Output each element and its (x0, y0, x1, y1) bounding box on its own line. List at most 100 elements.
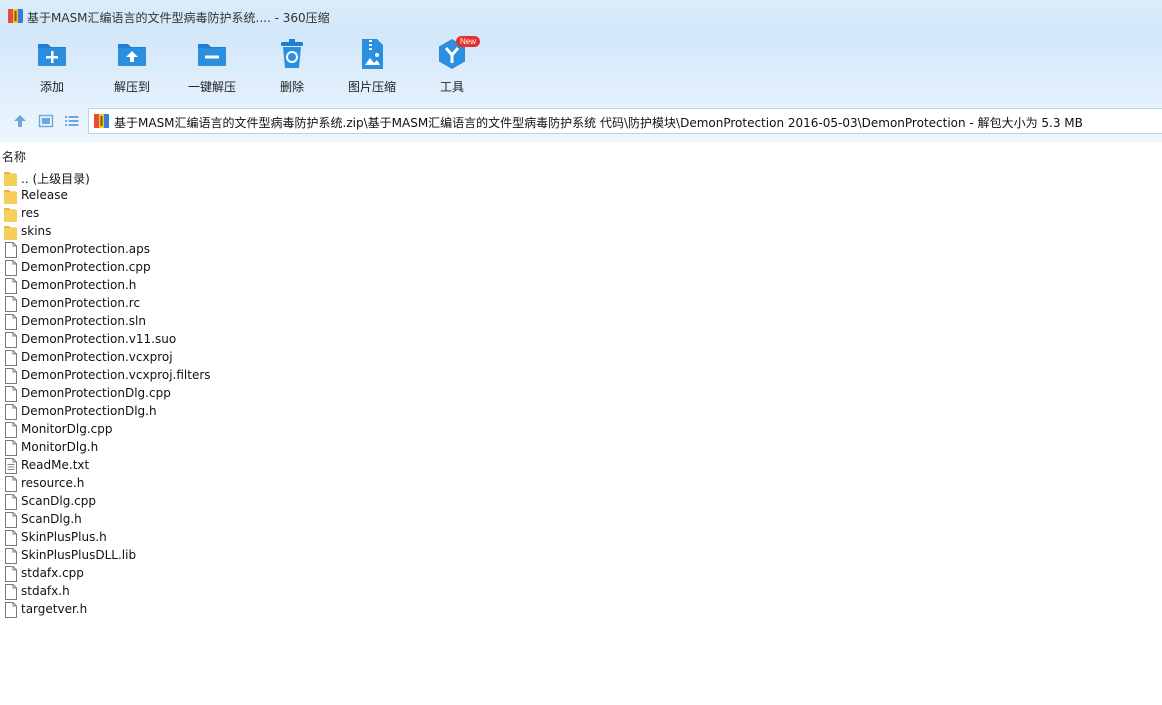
folder-row[interactable]: Release (0, 187, 1162, 205)
file-name: DemonProtectionDlg.h (21, 404, 157, 418)
folder-icon (4, 172, 17, 186)
file-icon (5, 314, 17, 330)
file-icon (5, 296, 17, 312)
file-list: .. (上级目录) Release res skins DemonProtection.… (0, 169, 1162, 619)
file-name: DemonProtection.v11.suo (21, 332, 177, 346)
archive-icon (94, 114, 109, 128)
file-name: DemonProtection.vcxproj.filters (21, 368, 211, 382)
file-row[interactable]: ScanDlg.cpp (0, 493, 1162, 511)
file-row[interactable]: MonitorDlg.h (0, 439, 1162, 457)
file-name: DemonProtection.rc (21, 296, 141, 310)
file-icon (5, 422, 17, 438)
toolbar: 添加 解压到 一键解压 删除 图片压缩 New 工具 (0, 32, 1162, 100)
file-icon (5, 404, 17, 420)
file-name: resource.h (21, 476, 85, 490)
file-name: stdafx.h (21, 584, 70, 598)
file-icon (5, 548, 17, 564)
delete-button[interactable]: 删除 (252, 38, 332, 98)
file-row[interactable]: DemonProtection.aps (0, 241, 1162, 259)
add-label: 添加 (39, 80, 64, 94)
new-badge: New (456, 36, 481, 47)
file-name: SkinPlusPlusDLL.lib (21, 548, 137, 562)
file-row[interactable]: SkinPlusPlus.h (0, 529, 1162, 547)
list-view-icon[interactable] (64, 113, 80, 129)
file-name: ScanDlg.cpp (21, 494, 97, 508)
file-icon (5, 566, 17, 582)
column-name-header[interactable]: 名称 (2, 148, 26, 165)
file-row[interactable]: DemonProtection.vcxproj (0, 349, 1162, 367)
file-name: .. (上级目录) (21, 172, 90, 186)
file-icon (5, 260, 17, 276)
file-row[interactable]: SkinPlusPlusDLL.lib (0, 547, 1162, 565)
recycle-bin-icon (281, 39, 303, 68)
file-name: MonitorDlg.h (21, 440, 99, 454)
file-icon (5, 368, 17, 384)
file-name: ReadMe.txt (21, 458, 90, 472)
file-name: skins (21, 224, 52, 238)
one-click-extract-label: 一键解压 (187, 80, 236, 94)
folder-row[interactable]: skins (0, 223, 1162, 241)
file-row[interactable]: stdafx.cpp (0, 565, 1162, 583)
file-icon (5, 476, 17, 492)
file-row[interactable]: DemonProtection.sln (0, 313, 1162, 331)
file-row[interactable]: MonitorDlg.cpp (0, 421, 1162, 439)
file-row[interactable]: DemonProtection.cpp (0, 259, 1162, 277)
file-icon (5, 386, 17, 402)
file-icon (5, 602, 17, 618)
delete-label: 删除 (279, 80, 304, 94)
file-icon (5, 512, 17, 528)
image-compress-icon (362, 39, 383, 69)
file-row[interactable]: DemonProtectionDlg.h (0, 403, 1162, 421)
file-row[interactable]: DemonProtectionDlg.cpp (0, 385, 1162, 403)
extract-to-label: 解压到 (113, 80, 150, 94)
folder-icon (4, 226, 17, 240)
tools-label: 工具 (439, 80, 464, 94)
file-icon (5, 278, 17, 294)
up-arrow-icon[interactable] (12, 113, 28, 129)
file-icon (5, 530, 17, 546)
file-row[interactable]: ScanDlg.h (0, 511, 1162, 529)
image-compress-label: 图片压缩 (347, 80, 396, 94)
address-path: 基于MASM汇编语言的文件型病毒防护系统.zip\基于MASM汇编语言的文件型病… (114, 116, 1083, 130)
one-click-extract-button[interactable]: 一键解压 (172, 38, 252, 98)
file-icon (5, 332, 17, 348)
file-name: targetver.h (21, 602, 88, 616)
file-icon (5, 494, 17, 510)
file-name: res (21, 206, 40, 220)
file-name: stdafx.cpp (21, 566, 84, 580)
window-title: 基于MASM汇编语言的文件型病毒防护系统.... - 360压缩 (27, 11, 330, 25)
folder-add-icon (38, 44, 66, 66)
file-row[interactable]: targetver.h (0, 601, 1162, 619)
image-compress-button[interactable]: 图片压缩 (332, 38, 412, 98)
address-bar[interactable]: 基于MASM汇编语言的文件型病毒防护系统.zip\基于MASM汇编语言的文件型病… (88, 108, 1162, 134)
thumbnail-view-icon[interactable] (38, 113, 54, 129)
file-row[interactable]: DemonProtection.rc (0, 295, 1162, 313)
file-row[interactable]: DemonProtection.vcxproj.filters (0, 367, 1162, 385)
text-file-icon (5, 458, 17, 474)
file-row[interactable]: stdafx.h (0, 583, 1162, 601)
file-row[interactable]: ReadMe.txt (0, 457, 1162, 475)
archive-app-icon (8, 9, 23, 23)
column-header[interactable]: 名称 (0, 148, 1162, 166)
folder-minus-icon (198, 44, 226, 66)
file-name: DemonProtection.vcxproj (21, 350, 173, 364)
folder-row[interactable]: .. (上级目录) (0, 169, 1162, 187)
file-name: MonitorDlg.cpp (21, 422, 113, 436)
file-icon (5, 584, 17, 600)
folder-icon (4, 208, 17, 222)
file-icon (5, 440, 17, 456)
file-row[interactable]: resource.h (0, 475, 1162, 493)
tools-button[interactable]: New 工具 (412, 36, 492, 98)
add-button[interactable]: 添加 (12, 38, 92, 98)
folder-icon (4, 190, 17, 204)
file-name: DemonProtection.h (21, 278, 137, 292)
folder-row[interactable]: res (0, 205, 1162, 223)
file-row[interactable]: DemonProtection.h (0, 277, 1162, 295)
file-name: DemonProtectionDlg.cpp (21, 386, 171, 400)
file-name: DemonProtection.aps (21, 242, 151, 256)
file-name: DemonProtection.sln (21, 314, 146, 328)
file-row[interactable]: DemonProtection.v11.suo (0, 331, 1162, 349)
extract-to-button[interactable]: 解压到 (92, 38, 172, 98)
file-name: DemonProtection.cpp (21, 260, 151, 274)
file-name: ScanDlg.h (21, 512, 82, 526)
